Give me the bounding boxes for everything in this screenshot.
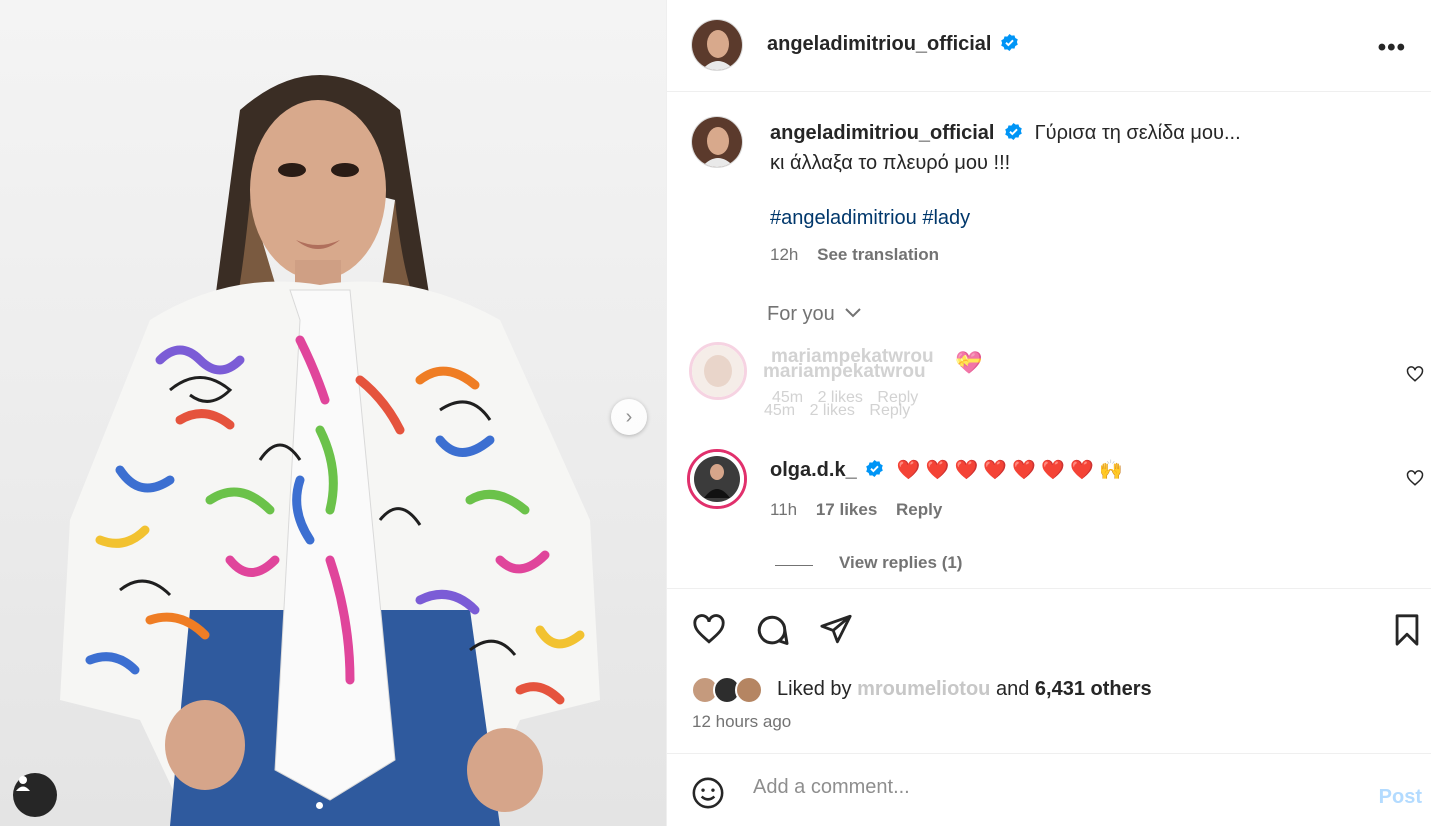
- user-tag-icon: [16, 776, 30, 791]
- heart-icon[interactable]: [691, 612, 727, 646]
- divider-line: [775, 565, 813, 566]
- caption-first-line: angeladimitriou_official Γύρισα τη σελίδ…: [770, 122, 1241, 145]
- hashtag-link[interactable]: #lady: [922, 207, 970, 229]
- chevron-right-icon: ›: [625, 405, 633, 428]
- caption-author-avatar[interactable]: [691, 116, 743, 168]
- commenter-avatar[interactable]: [689, 342, 747, 400]
- caption-meta: 12h See translation: [770, 245, 939, 265]
- add-comment-bar: Post: [667, 753, 1431, 826]
- post-details-panel: angeladimitriou_official ••• angeladimit…: [666, 0, 1431, 826]
- caption-author-username[interactable]: angeladimitriou_official: [770, 122, 994, 144]
- reply-button[interactable]: Reply: [869, 402, 910, 419]
- post-photo[interactable]: ›: [0, 0, 666, 826]
- header-author[interactable]: angeladimitriou_official: [767, 33, 1019, 56]
- caption-time: 12h: [770, 245, 799, 264]
- portrait-illustration: [60, 75, 600, 826]
- caption-text-line1: Γύρισα τη σελίδα μου...: [1034, 122, 1241, 144]
- view-replies-button[interactable]: View replies (1): [839, 553, 962, 573]
- share-icon[interactable]: [818, 612, 854, 646]
- likes-others-link[interactable]: 6,431 others: [1035, 678, 1152, 700]
- comment-time: 11h: [770, 500, 798, 519]
- likes-summary: Liked by mroumeliotou and 6,431 others: [777, 678, 1152, 701]
- avatar-image: [692, 117, 742, 167]
- comment-icon[interactable]: [754, 612, 790, 648]
- tagged-users-button[interactable]: [13, 773, 57, 817]
- caption-text-line2: κι άλλαξα το πλευρό μου !!!: [770, 152, 1011, 174]
- verified-badge-icon: [1005, 122, 1022, 141]
- comment-text: ❤️ ❤️ ❤️ ❤️ ❤️ ❤️ ❤️ 🙌: [896, 460, 1123, 481]
- author-avatar[interactable]: [691, 19, 743, 71]
- commenter-username[interactable]: olga.d.k_: [770, 459, 857, 481]
- liker-avatar: [735, 676, 763, 704]
- comment-likes[interactable]: 17 likes: [816, 500, 877, 519]
- comment-likes[interactable]: 2 likes: [810, 402, 855, 419]
- avatar-image: [690, 452, 744, 506]
- like-comment-heart-icon[interactable]: [1406, 365, 1424, 383]
- comment-body: olga.d.k_ ❤️ ❤️ ❤️ ❤️ ❤️ ❤️ ❤️ 🙌: [770, 458, 1123, 482]
- commenter-username[interactable]: mariampekatwrou: [763, 361, 926, 383]
- more-options-icon[interactable]: •••: [1378, 34, 1406, 62]
- carousel-dot-active: [316, 802, 323, 809]
- post-header: angeladimitriou_official •••: [667, 0, 1431, 92]
- comments-sort-dropdown[interactable]: For you: [767, 303, 862, 326]
- comment-time: 45m: [764, 402, 796, 419]
- verified-badge-icon: [1001, 33, 1018, 52]
- liker-username[interactable]: mroumeliotou: [857, 678, 990, 700]
- like-comment-heart-icon[interactable]: [1406, 469, 1424, 487]
- chevron-down-icon: [845, 308, 862, 318]
- likes-connector: and: [995, 678, 1030, 700]
- avatar-image: [692, 20, 742, 70]
- carousel-indicator: [316, 802, 323, 809]
- liked-by-label: Liked by: [777, 678, 852, 700]
- caption-hashtags: #angeladimitriou #lady: [770, 207, 970, 230]
- author-username[interactable]: angeladimitriou_official: [767, 33, 991, 55]
- verified-badge-icon: [866, 459, 883, 478]
- sparkle-heart-emoji: 💝: [955, 350, 983, 375]
- comment-meta: 11h 17 likes Reply: [770, 500, 942, 520]
- comments-sort-label: For you: [767, 303, 835, 325]
- comment-meta: 45m 2 likes Reply: [764, 402, 910, 420]
- avatar-image: [692, 345, 744, 397]
- commenter-avatar[interactable]: [687, 449, 747, 509]
- bookmark-icon[interactable]: [1390, 612, 1424, 648]
- next-photo-button[interactable]: ›: [611, 399, 647, 435]
- see-translation-link[interactable]: See translation: [817, 245, 939, 264]
- liker-avatars[interactable]: [691, 676, 791, 706]
- post-comment-button[interactable]: Post: [1379, 786, 1422, 809]
- comment-input[interactable]: [753, 776, 1353, 799]
- reply-button[interactable]: Reply: [896, 500, 942, 519]
- hashtag-link[interactable]: #angeladimitriou: [770, 207, 917, 229]
- emoji-icon[interactable]: [691, 776, 725, 810]
- post-timestamp: 12 hours ago: [692, 712, 792, 731]
